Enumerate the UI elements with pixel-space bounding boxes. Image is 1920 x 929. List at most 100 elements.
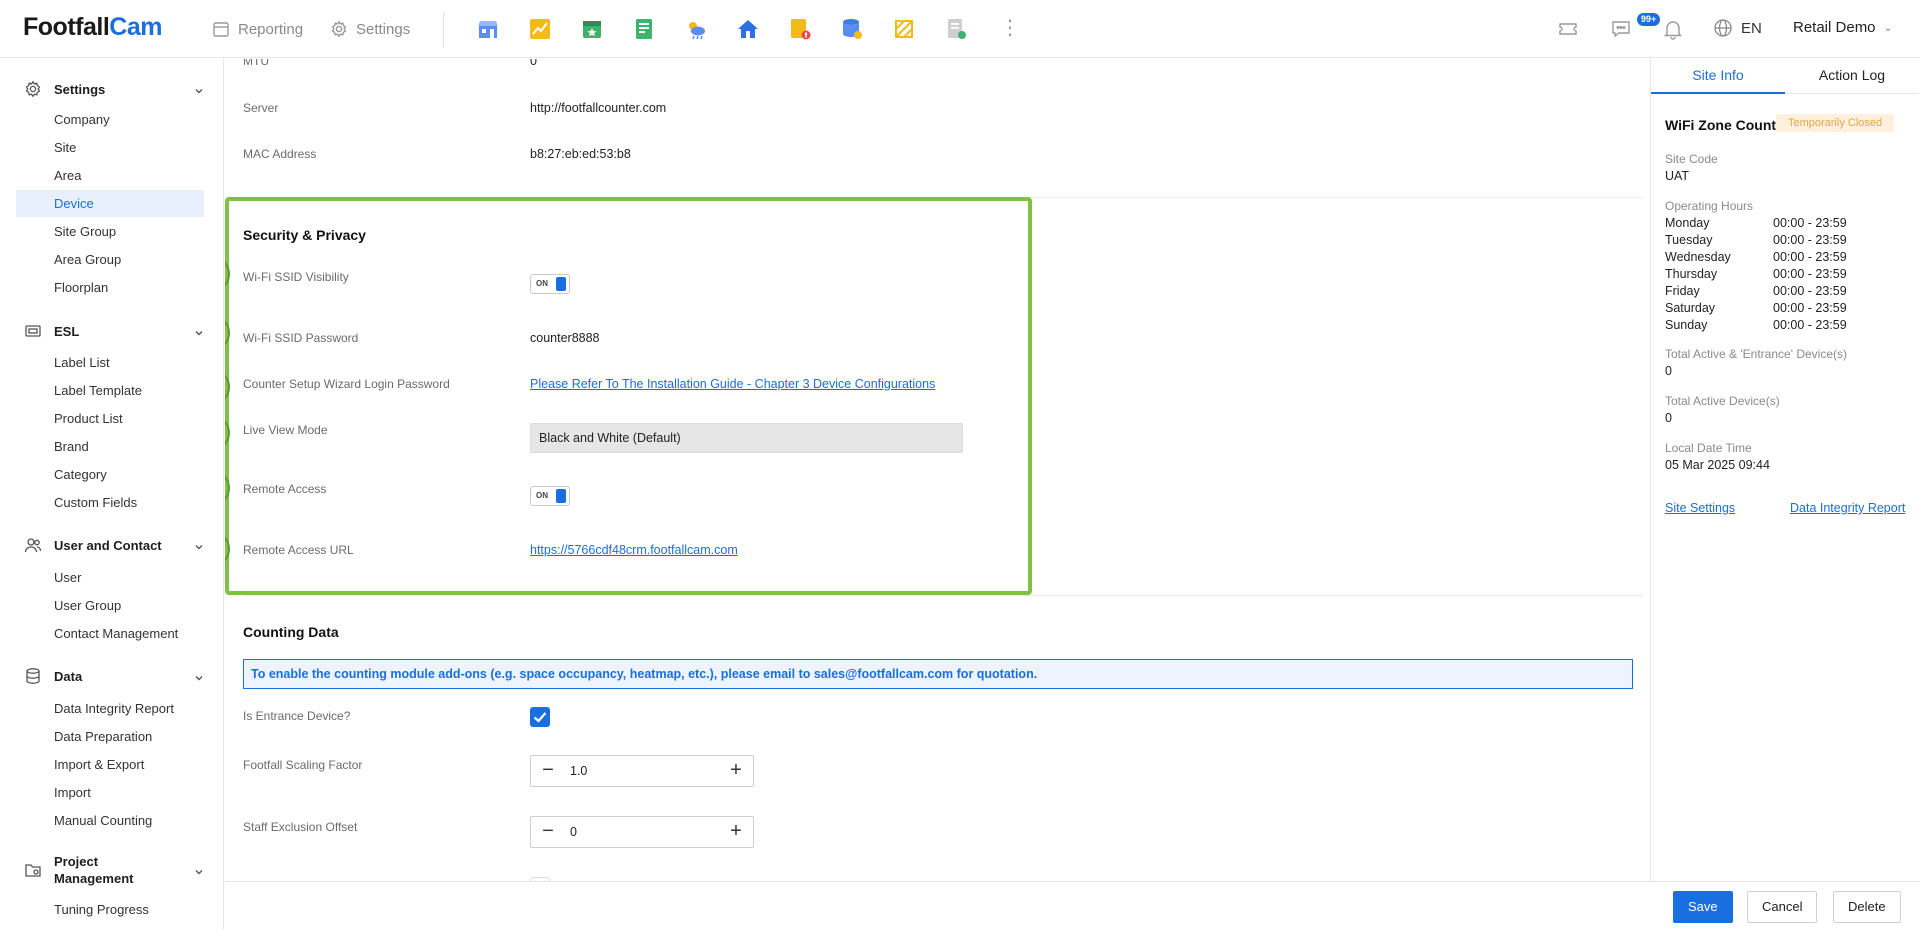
sidebar-section-project-management[interactable]: Project Management bbox=[24, 852, 204, 888]
more-apps-icon[interactable]: ⋮ bbox=[1000, 17, 1020, 41]
chevron-down-icon bbox=[194, 671, 204, 681]
sidebar-item-product-list[interactable]: Product List bbox=[16, 405, 204, 432]
sidebar-section-esl[interactable]: ESL bbox=[24, 321, 204, 341]
staff-offset-stepper: − 0 + bbox=[530, 816, 754, 848]
sidebar-section-user-contact[interactable]: User and Contact bbox=[24, 535, 204, 555]
hours-time: 00:00 - 23:59 bbox=[1773, 233, 1847, 247]
hours-time: 00:00 - 23:59 bbox=[1773, 318, 1847, 332]
nav-reporting-label: Reporting bbox=[238, 20, 304, 38]
hours-day: Thursday bbox=[1665, 267, 1718, 281]
sidebar-item-area[interactable]: Area bbox=[16, 162, 204, 189]
footfallcam-logo[interactable]: FootfallCam bbox=[23, 13, 162, 42]
addon-info-banner: To enable the counting module add-ons (e… bbox=[243, 659, 1633, 689]
sidebar-item-data-integrity-report[interactable]: Data Integrity Report bbox=[16, 695, 204, 722]
sidebar-item-data-preparation[interactable]: Data Preparation bbox=[16, 723, 204, 750]
plus-icon[interactable]: + bbox=[721, 817, 751, 847]
scaling-factor-input[interactable]: 1.0 bbox=[570, 764, 587, 778]
gear-icon bbox=[25, 80, 41, 98]
cancel-button[interactable]: Cancel bbox=[1747, 891, 1818, 923]
sidebar-item-import-export[interactable]: Import & Export bbox=[16, 751, 204, 778]
sidebar-item-tuning-progress[interactable]: Tuning Progress bbox=[16, 896, 204, 923]
counting-data-title: Counting Data bbox=[243, 624, 339, 640]
sidebar-item-import[interactable]: Import bbox=[16, 779, 204, 806]
sidebar-item-device[interactable]: Device bbox=[16, 190, 204, 217]
weather-app-icon[interactable] bbox=[684, 17, 708, 41]
sheet-app-icon[interactable] bbox=[632, 17, 656, 41]
calendar-app-icon[interactable] bbox=[580, 17, 604, 41]
account-name: Retail Demo bbox=[1793, 19, 1876, 36]
hours-time: 00:00 - 23:59 bbox=[1773, 216, 1847, 230]
scaling-factor-stepper: − 1.0 + bbox=[530, 755, 754, 787]
checkmark-icon bbox=[533, 712, 547, 723]
entrance-device-checkbox[interactable] bbox=[530, 707, 550, 727]
save-button[interactable]: Save bbox=[1673, 891, 1733, 923]
minus-icon[interactable]: − bbox=[533, 817, 563, 847]
local-date-time-value: 05 Mar 2025 09:44 bbox=[1665, 458, 1770, 472]
site-code-value: UAT bbox=[1665, 169, 1690, 183]
sidebar-item-company[interactable]: Company bbox=[16, 106, 204, 133]
mac-address-label: MAC Address bbox=[243, 147, 317, 161]
notification-badge: 99+ bbox=[1637, 13, 1661, 26]
chevron-down-icon bbox=[194, 84, 204, 94]
mtu-value: 0 bbox=[530, 59, 537, 68]
chevron-down-icon bbox=[194, 326, 204, 336]
staff-offset-input[interactable]: 0 bbox=[570, 825, 577, 839]
sidebar-item-manual-counting[interactable]: Manual Counting bbox=[16, 807, 204, 834]
language-selector[interactable]: EN bbox=[1713, 18, 1762, 38]
server-value: http://footfallcounter.com bbox=[530, 101, 667, 115]
sidebar-item-area-group[interactable]: Area Group bbox=[16, 246, 204, 273]
mac-address-value: b8:27:eb:ed:53:b8 bbox=[530, 147, 631, 161]
sidebar-item-contact-management[interactable]: Contact Management bbox=[16, 620, 204, 647]
sidebar-item-floorplan[interactable]: Floorplan bbox=[16, 274, 204, 301]
hours-day: Sunday bbox=[1665, 318, 1708, 332]
language-label: EN bbox=[1741, 19, 1762, 37]
chevron-down-icon bbox=[194, 540, 204, 550]
sidebar-item-brand[interactable]: Brand bbox=[16, 433, 204, 460]
hours-time: 00:00 - 23:59 bbox=[1773, 267, 1847, 281]
tab-action-log[interactable]: Action Log bbox=[1785, 59, 1919, 94]
tab-site-info[interactable]: Site Info bbox=[1651, 59, 1785, 94]
nav-settings[interactable]: Settings bbox=[330, 20, 410, 38]
sidebar-item-label-list[interactable]: Label List bbox=[16, 349, 204, 376]
plus-icon[interactable]: + bbox=[721, 756, 751, 786]
server-label: Server bbox=[243, 101, 279, 115]
site-settings-link[interactable]: Site Settings bbox=[1665, 501, 1735, 515]
sidebar-item-site-group[interactable]: Site Group bbox=[16, 218, 204, 245]
header-divider bbox=[443, 12, 444, 48]
alert-app-icon[interactable] bbox=[788, 17, 812, 41]
top-header: FootfallCam Reporting Settings ⋮ 99+ EN … bbox=[0, 0, 1920, 58]
hours-day: Tuesday bbox=[1665, 233, 1713, 247]
sidebar-section-data[interactable]: Data bbox=[24, 666, 204, 686]
nav-settings-label: Settings bbox=[356, 20, 411, 38]
chat-icon[interactable] bbox=[1610, 18, 1632, 40]
home-app-icon[interactable] bbox=[736, 17, 760, 41]
chart-app-icon[interactable] bbox=[528, 17, 552, 41]
folder-settings-icon bbox=[25, 864, 41, 877]
account-menu[interactable]: Retail Demo ⌄ bbox=[1793, 19, 1893, 36]
data-integrity-report-link[interactable]: Data Integrity Report bbox=[1790, 501, 1905, 515]
hours-day: Monday bbox=[1665, 216, 1710, 230]
entrance-device-label: Is Entrance Device? bbox=[243, 709, 351, 723]
operating-hours-label: Operating Hours bbox=[1665, 199, 1754, 213]
sidebar-item-user-group[interactable]: User Group bbox=[16, 592, 204, 619]
sidebar-item-site[interactable]: Site bbox=[16, 134, 204, 161]
delete-button[interactable]: Delete bbox=[1833, 891, 1901, 923]
database-app-icon[interactable] bbox=[840, 17, 864, 41]
zones-app-icon[interactable] bbox=[892, 17, 916, 41]
sidebar-section-settings[interactable]: Settings bbox=[24, 79, 204, 99]
hours-day: Wednesday bbox=[1665, 250, 1731, 264]
export-app-icon[interactable] bbox=[944, 17, 968, 41]
bell-icon[interactable] bbox=[1662, 18, 1684, 40]
sidebar-item-custom-fields[interactable]: Custom Fields bbox=[16, 489, 204, 516]
device-form: MTU 0 Server http://footfallcounter.com … bbox=[225, 59, 1650, 881]
store-app-icon[interactable] bbox=[476, 17, 500, 41]
sidebar-section-title: User and Contact bbox=[54, 537, 162, 553]
sidebar-item-user[interactable]: User bbox=[16, 564, 204, 591]
active-devices-value: 0 bbox=[1665, 411, 1672, 425]
nav-reporting[interactable]: Reporting bbox=[212, 20, 303, 38]
sidebar-item-category[interactable]: Category bbox=[16, 461, 204, 488]
sidebar-item-label-template[interactable]: Label Template bbox=[16, 377, 204, 404]
ticket-icon[interactable] bbox=[1557, 18, 1579, 40]
minus-icon[interactable]: − bbox=[533, 756, 563, 786]
site-name: WiFi Zone Count bbox=[1665, 117, 1777, 133]
